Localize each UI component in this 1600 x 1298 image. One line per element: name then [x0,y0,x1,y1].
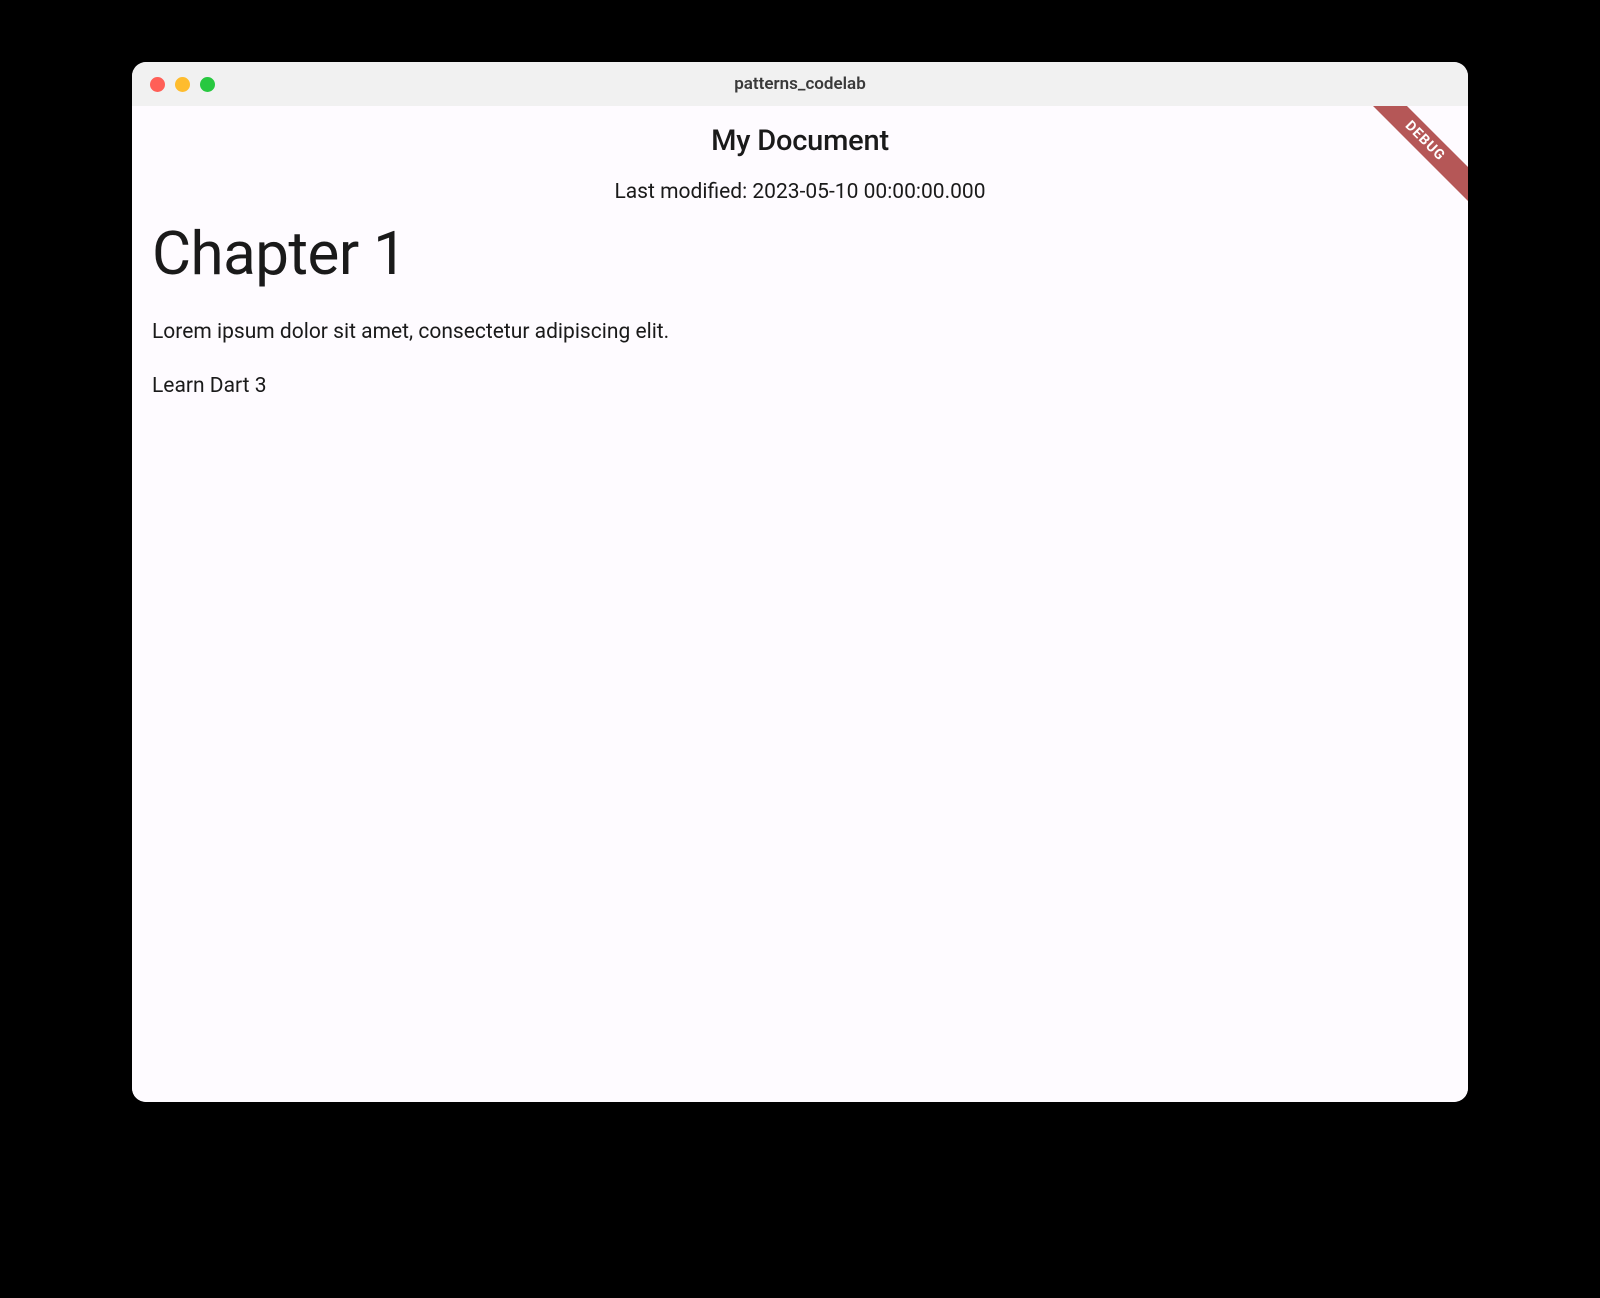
list-item: Learn Dart 3 [152,374,1448,398]
minimize-window-button[interactable] [175,77,190,92]
paragraph-text: Lorem ipsum dolor sit amet, consectetur … [152,320,1448,344]
app-window: patterns_codelab DEBUG My Document Last … [132,62,1468,1102]
app-content: DEBUG My Document Last modified: 2023-05… [132,106,1468,1102]
document-title: My Document [132,124,1468,158]
app-header: My Document Last modified: 2023-05-10 00… [132,106,1468,204]
titlebar: patterns_codelab [132,62,1468,106]
maximize-window-button[interactable] [200,77,215,92]
document-body: Chapter 1 Lorem ipsum dolor sit amet, co… [132,204,1468,398]
close-window-button[interactable] [150,77,165,92]
traffic-lights [132,77,215,92]
chapter-heading: Chapter 1 [152,218,1448,290]
last-modified-label: Last modified: 2023-05-10 00:00:00.000 [132,180,1468,204]
window-title: patterns_codelab [734,74,866,94]
